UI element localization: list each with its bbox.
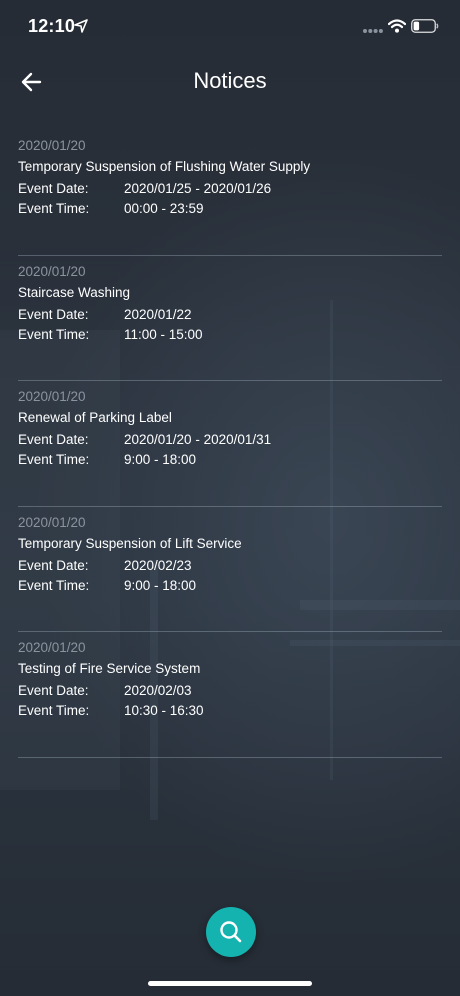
notice-posted-date: 2020/01/20: [18, 263, 86, 279]
status-bar: 12:10: [0, 0, 460, 56]
notice-item[interactable]: 2020/01/20 Temporary Suspension of Lift …: [18, 507, 442, 632]
notice-item[interactable]: 2020/01/20 Temporary Suspension of Flush…: [18, 130, 442, 256]
event-date-value: 2020/01/20 - 2020/01/31: [124, 432, 272, 447]
event-time-value: 9:00 - 18:00: [124, 577, 197, 593]
event-time-value: 9:00 - 18:00: [124, 452, 197, 467]
notice-list: 2020/01/20 Temporary Suspension of Flush…: [18, 130, 442, 758]
event-date-value: 2020/01/25 - 2020/01/26: [124, 181, 272, 196]
event-time-value: 11:00 - 15:00: [124, 326, 203, 342]
event-date-row: Event Date: 2020/01/25 - 2020/01/26: [18, 179, 442, 199]
navigation-bar: Notices: [0, 56, 460, 108]
event-time-row: Event Time: 00:00 - 23:59: [18, 199, 442, 219]
notice-posted-date: 2020/01/20: [18, 389, 86, 404]
event-date-label: Event Date:: [18, 432, 89, 447]
signal-icon: [363, 29, 383, 33]
event-time-label: Event Time:: [18, 577, 90, 593]
notice-posted-date: 2020/01/20: [18, 138, 86, 153]
notice-title: Testing of Fire Service System: [18, 661, 201, 676]
status-time: 12:10: [28, 16, 76, 36]
search-button[interactable]: [206, 907, 256, 957]
event-time-row: Event Time: 10:30 - 16:30: [18, 701, 442, 721]
event-date-label: Event Date:: [18, 683, 89, 698]
home-indicator[interactable]: [148, 981, 312, 986]
notice-title: Temporary Suspension of Lift Service: [18, 535, 242, 551]
event-time-row: Event Time: 9:00 - 18:00: [18, 576, 442, 596]
notice-title: Renewal of Parking Label: [18, 410, 172, 425]
page-title: Notices: [193, 68, 267, 93]
notice-item[interactable]: 2020/01/20 Staircase Washing Event Date:…: [18, 256, 442, 381]
notice-item[interactable]: 2020/01/20 Renewal of Parking Label Even…: [18, 381, 442, 507]
event-date-label: Event Date:: [18, 181, 89, 196]
event-date-value: 2020/01/22: [124, 306, 192, 322]
event-time-label: Event Time:: [18, 201, 90, 216]
search-icon: [220, 921, 242, 943]
event-date-label: Event Date:: [18, 557, 89, 573]
event-time-row: Event Time: 11:00 - 15:00: [18, 325, 442, 345]
notice-posted-date: 2020/01/20: [18, 514, 86, 530]
event-date-row: Event Date: 2020/01/20 - 2020/01/31: [18, 430, 442, 450]
event-time-value: 10:30 - 16:30: [124, 703, 204, 718]
event-date-row: Event Date: 2020/02/23: [18, 556, 442, 576]
event-time-row: Event Time: 9:00 - 18:00: [18, 450, 442, 470]
event-time-label: Event Time:: [18, 703, 90, 718]
notice-title: Temporary Suspension of Flushing Water S…: [18, 159, 311, 174]
event-date-row: Event Date: 2020/01/22: [18, 305, 442, 325]
event-time-label: Event Time:: [18, 452, 90, 467]
event-date-value: 2020/02/03: [124, 683, 192, 698]
notice-item[interactable]: 2020/01/20 Testing of Fire Service Syste…: [18, 632, 442, 758]
battery-icon: [411, 19, 439, 33]
event-date-value: 2020/02/23: [124, 557, 192, 573]
notice-posted-date: 2020/01/20: [18, 640, 86, 655]
event-time-value: 00:00 - 23:59: [124, 201, 204, 216]
wifi-icon: [388, 19, 406, 33]
notice-title: Staircase Washing: [18, 284, 131, 300]
event-time-label: Event Time:: [18, 326, 90, 342]
location-arrow-icon: [74, 19, 88, 33]
event-date-row: Event Date: 2020/02/03: [18, 681, 442, 701]
event-date-label: Event Date:: [18, 306, 89, 322]
